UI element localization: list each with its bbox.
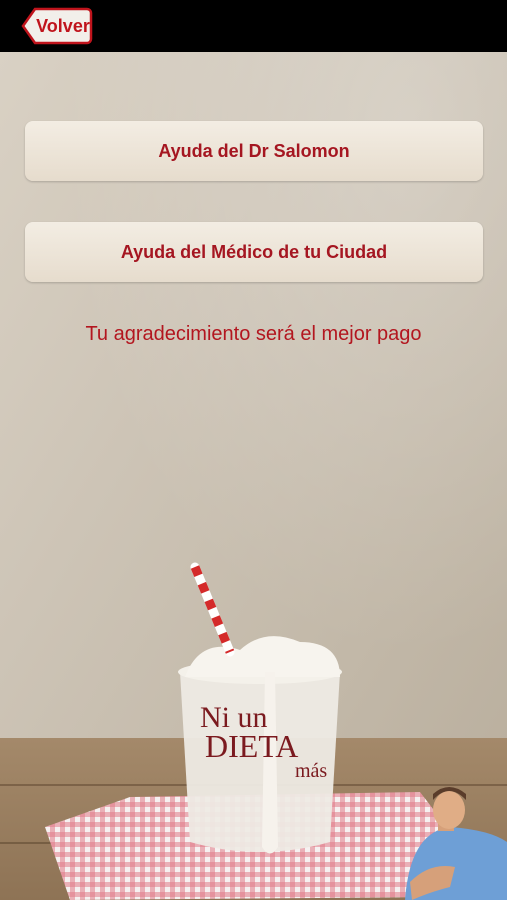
glass-logo-line3: más	[295, 760, 327, 782]
dr-salomon-help-button[interactable]: Ayuda del Dr Salomon	[25, 121, 483, 181]
back-button-label: Volver	[36, 16, 90, 36]
gratitude-message: Tu agradecimiento será el mejor pago	[85, 323, 422, 345]
city-doctor-help-button[interactable]: Ayuda del Médico de tu Ciudad	[25, 222, 483, 282]
background-scene: Ni un DIETA más Ayuda del Dr Salomon Ayu…	[0, 52, 507, 900]
glass-logo-line2: DIETA	[205, 728, 298, 764]
back-button[interactable]: Volver	[21, 7, 93, 45]
striped-straw	[190, 562, 235, 657]
top-navigation-bar: Volver	[0, 0, 507, 52]
